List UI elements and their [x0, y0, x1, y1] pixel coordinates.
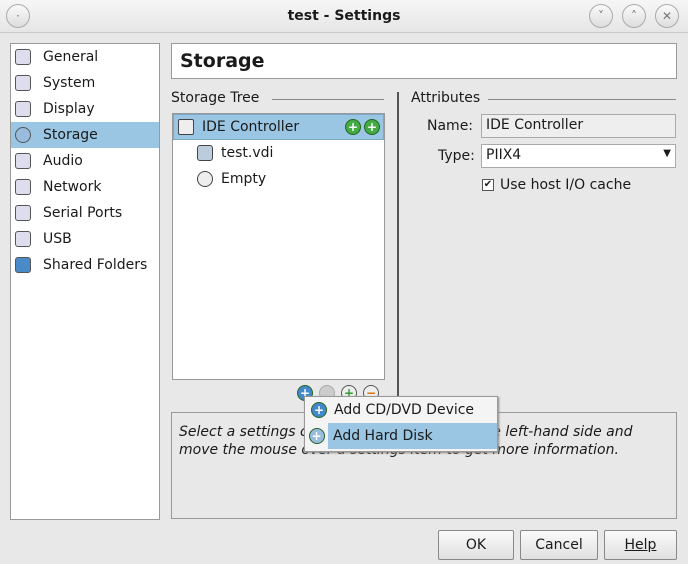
- ok-button[interactable]: OK: [438, 530, 514, 560]
- sidebar-item-audio[interactable]: Audio: [11, 148, 159, 174]
- tree-item-cd[interactable]: Empty: [173, 166, 384, 192]
- menu-item-add-cd-dvd[interactable]: + Add CD/DVD Device: [305, 397, 497, 423]
- menu-item-add-hard-disk[interactable]: + Add Hard Disk: [305, 423, 497, 449]
- divider: [488, 99, 676, 100]
- network-icon: [15, 179, 31, 195]
- sidebar-item-label: Network: [43, 179, 102, 195]
- window-title: test - Settings: [287, 8, 401, 24]
- display-icon: [15, 101, 31, 117]
- maximize-button[interactable]: ˄: [622, 4, 646, 28]
- sidebar-item-label: USB: [43, 231, 72, 247]
- cd-icon: [197, 171, 213, 187]
- cancel-button[interactable]: Cancel: [520, 530, 598, 560]
- storage-tree[interactable]: IDE Controller + + test.vdi Empty: [172, 113, 385, 380]
- serial-ports-icon: [15, 205, 31, 221]
- tree-item-ide-controller[interactable]: IDE Controller + +: [173, 114, 384, 140]
- help-button[interactable]: Help: [604, 530, 677, 560]
- settings-category-list[interactable]: General System Display Storage Audio Net…: [10, 43, 160, 520]
- close-button[interactable]: ✕: [655, 4, 679, 28]
- general-icon: [15, 49, 31, 65]
- shared-folders-icon: [15, 257, 31, 273]
- sidebar-item-shared-folders[interactable]: Shared Folders: [11, 252, 159, 278]
- controller-icon: [178, 119, 194, 135]
- type-value: PIIX4: [486, 147, 522, 163]
- divider: [397, 92, 399, 408]
- sidebar-item-storage[interactable]: Storage: [11, 122, 159, 148]
- host-io-cache-option[interactable]: ✔ Use host I/O cache: [482, 177, 631, 193]
- hard-disk-add-icon: +: [308, 428, 325, 444]
- tree-item-label: Empty: [221, 171, 267, 187]
- menu-item-label: Add Hard Disk: [328, 423, 497, 449]
- type-label: Type:: [438, 148, 475, 164]
- tree-item-disk[interactable]: test.vdi: [173, 140, 384, 166]
- audio-icon: [15, 153, 31, 169]
- title-bar: · test - Settings ˅ ˄ ✕: [0, 0, 688, 33]
- sidebar-item-usb[interactable]: USB: [11, 226, 159, 252]
- usb-icon: [15, 231, 31, 247]
- menu-item-label: Add CD/DVD Device: [334, 402, 475, 418]
- name-input[interactable]: IDE Controller: [481, 114, 676, 138]
- add-attachment-menu: + Add CD/DVD Device + Add Hard Disk: [304, 396, 498, 452]
- name-label: Name:: [427, 118, 474, 134]
- sidebar-item-display[interactable]: Display: [11, 96, 159, 122]
- attributes-label: Attributes: [411, 90, 481, 106]
- sidebar-item-system[interactable]: System: [11, 70, 159, 96]
- chevron-down-icon: ▼: [663, 148, 671, 159]
- sidebar-item-label: Audio: [43, 153, 83, 169]
- hard-disk-icon: [197, 145, 213, 161]
- controller-label: IDE Controller: [202, 119, 300, 135]
- system-icon: [15, 75, 31, 91]
- sidebar-item-label: Storage: [43, 127, 98, 143]
- sidebar-item-label: General: [43, 49, 99, 65]
- minimize-button[interactable]: ˅: [589, 4, 613, 28]
- host-io-cache-checkbox[interactable]: ✔: [482, 179, 494, 191]
- tree-item-label: test.vdi: [221, 145, 274, 161]
- storage-icon: [15, 127, 31, 143]
- divider: [272, 99, 384, 100]
- sidebar-item-serial-ports[interactable]: Serial Ports: [11, 200, 159, 226]
- sidebar-item-general[interactable]: General: [11, 44, 159, 70]
- sidebar-item-label: System: [43, 75, 96, 91]
- sidebar-item-network[interactable]: Network: [11, 174, 159, 200]
- sidebar-item-label: Shared Folders: [43, 257, 148, 273]
- add-cd-icon[interactable]: +: [345, 119, 361, 135]
- host-io-cache-label: Use host I/O cache: [500, 177, 632, 193]
- storage-tree-label: Storage Tree: [171, 90, 260, 106]
- sidebar-item-label: Serial Ports: [43, 205, 123, 221]
- type-select[interactable]: PIIX4 ▼: [481, 144, 676, 168]
- page-title: Storage: [171, 43, 677, 79]
- cd-add-icon: +: [311, 402, 327, 418]
- sidebar-item-label: Display: [43, 101, 95, 117]
- add-hard-disk-icon[interactable]: +: [364, 119, 380, 135]
